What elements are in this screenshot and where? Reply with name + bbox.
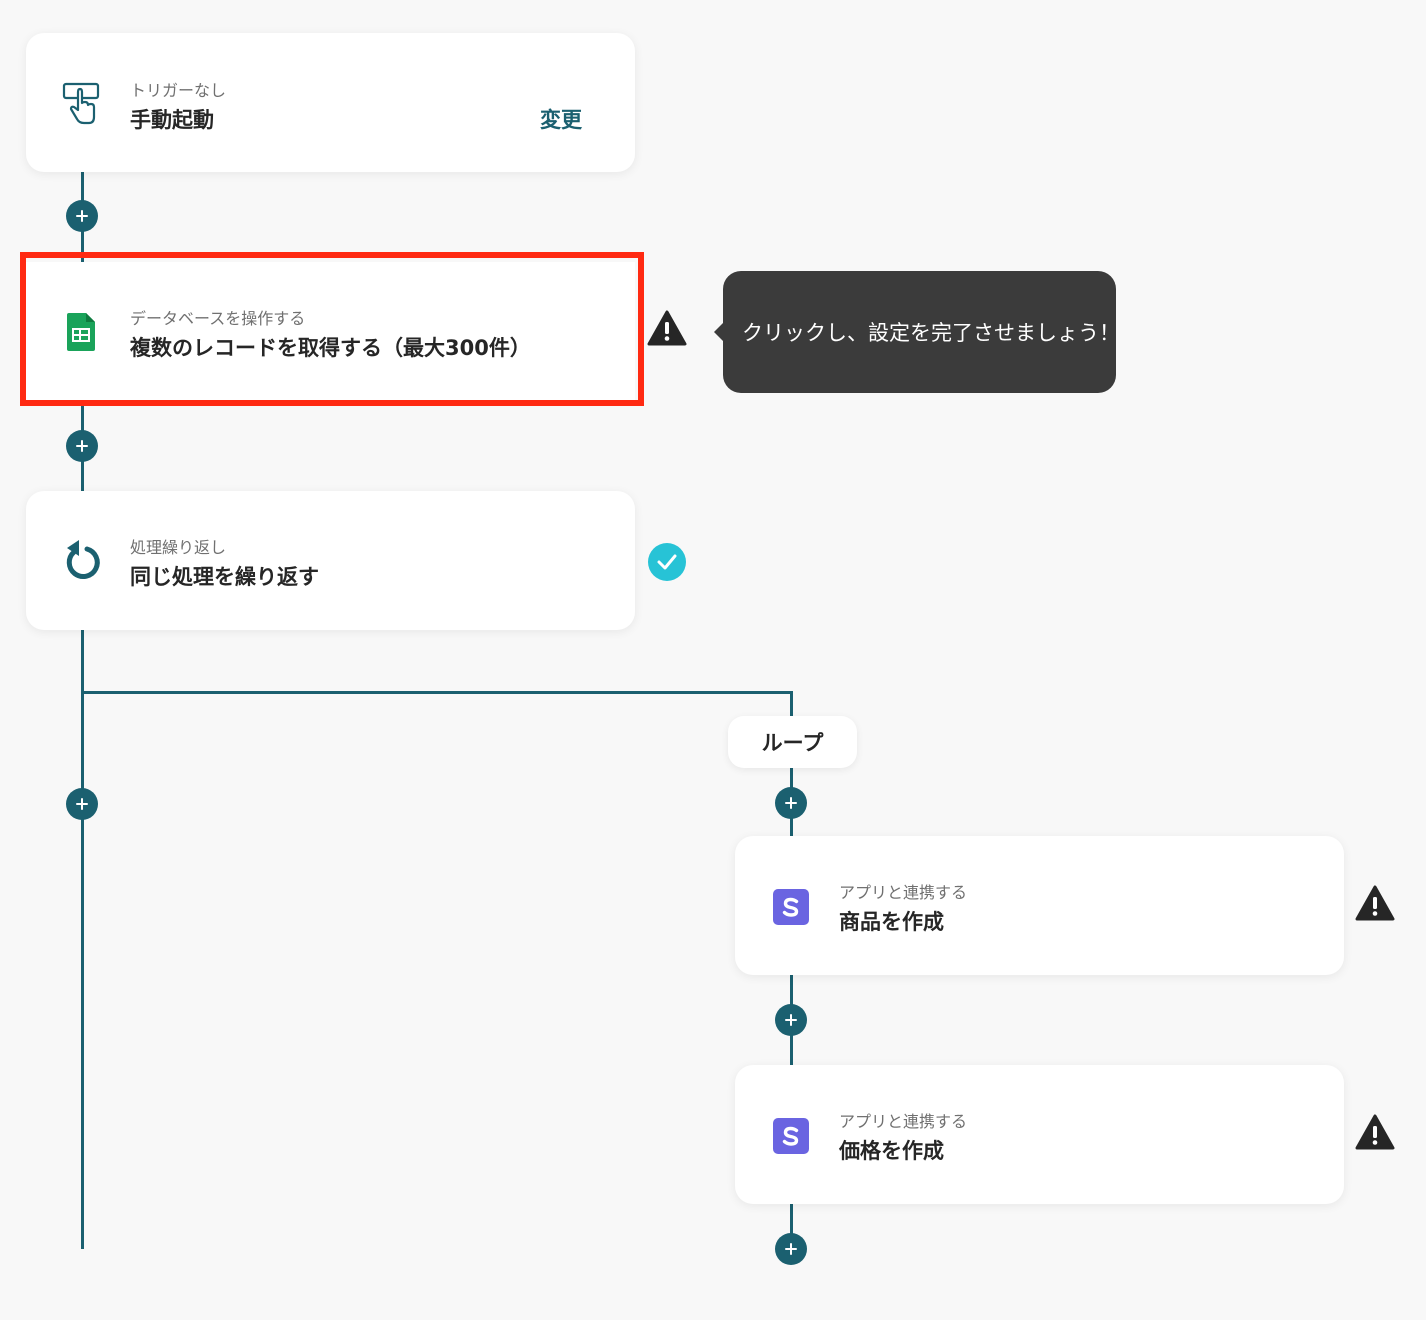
stripe-icon — [773, 889, 809, 929]
add-step-button[interactable] — [66, 788, 98, 820]
google-sheets-icon — [67, 313, 95, 355]
stripe-icon — [773, 1118, 809, 1158]
create-product-title: 商品を作成 — [839, 910, 944, 934]
change-trigger-link[interactable]: 変更 — [540, 104, 582, 134]
loop-label: ループ — [728, 716, 857, 768]
add-loop-step-button[interactable] — [775, 787, 807, 819]
create-product-subtitle: アプリと連携する — [839, 883, 968, 902]
create-price-title: 価格を作成 — [839, 1139, 944, 1163]
create-price-subtitle: アプリと連携する — [839, 1112, 968, 1131]
create-product-step-card[interactable]: アプリと連携する 商品を作成 — [735, 836, 1344, 975]
trigger-card[interactable]: トリガーなし 手動起動 — [26, 33, 635, 172]
add-loop-step-button[interactable] — [775, 1233, 807, 1265]
database-step-subtitle: データベースを操作する — [130, 309, 306, 328]
database-step-title: 複数のレコードを取得する（最大300件） — [130, 336, 531, 360]
warning-icon — [647, 310, 687, 350]
loop-branch-horizontal-line — [82, 691, 792, 694]
loop-step-card[interactable]: 処理繰り返し 同じ処理を繰り返す — [26, 491, 635, 630]
add-step-button[interactable] — [66, 430, 98, 462]
trigger-subtitle: トリガーなし — [130, 81, 227, 100]
add-loop-step-button[interactable] — [775, 1004, 807, 1036]
database-step-card[interactable]: データベースを操作する 複数のレコードを取得する（最大300件） — [26, 262, 635, 401]
trigger-title: 手動起動 — [130, 108, 214, 132]
loop-step-subtitle: 処理繰り返し — [130, 538, 227, 557]
warning-icon — [1355, 885, 1395, 925]
add-step-button[interactable] — [66, 200, 98, 232]
hint-tooltip: クリックし、設定を完了させましょう！ — [714, 271, 1120, 393]
loop-label-text: ループ — [761, 731, 824, 755]
hand-pointer-icon — [62, 82, 102, 130]
warning-icon — [1355, 1114, 1395, 1154]
check-complete-icon — [647, 542, 687, 586]
create-price-step-card[interactable]: アプリと連携する 価格を作成 — [735, 1065, 1344, 1204]
repeat-icon — [62, 540, 102, 586]
loop-step-title: 同じ処理を繰り返す — [130, 565, 319, 589]
hint-tooltip-text: クリックし、設定を完了させましょう！ — [742, 321, 1120, 345]
